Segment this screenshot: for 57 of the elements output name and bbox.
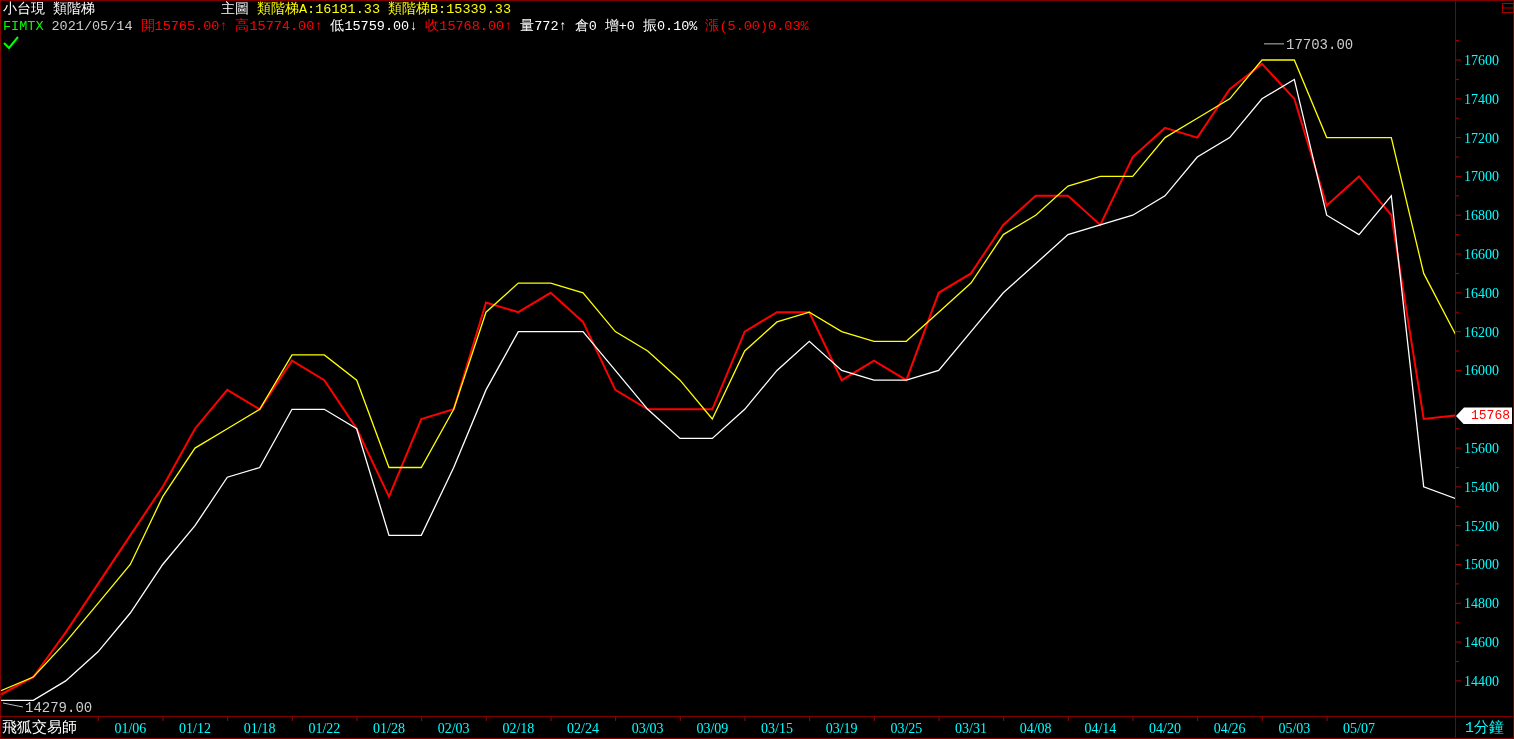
axis-label: 17200 <box>1464 130 1499 146</box>
date-label: 04/08 <box>1019 721 1052 736</box>
quote-item: 量772↑ <box>520 19 567 35</box>
date-label: 02/24 <box>567 721 599 736</box>
axis-label: 16000 <box>1464 363 1499 379</box>
axis-label: 16200 <box>1464 324 1499 340</box>
brand-name: 飛狐交易師 <box>2 718 77 737</box>
quote-item: 收15768.00↑ <box>425 19 513 35</box>
axis-label: 17400 <box>1464 91 1499 107</box>
quote-item: 倉0 <box>574 19 597 35</box>
quote-item: 開15765.00↑ <box>140 19 228 35</box>
axis-label: 14600 <box>1464 635 1499 651</box>
axis-label: 14800 <box>1464 596 1499 612</box>
date-label: 05/03 <box>1278 721 1311 736</box>
date-label: 05/07 <box>1343 721 1375 736</box>
axis-label: 15600 <box>1464 441 1499 457</box>
axis-label: 15000 <box>1464 557 1499 573</box>
quote-item: 高15774.00↑ <box>235 19 323 35</box>
date-label: 01/28 <box>373 721 405 736</box>
quote-item: 增+0 <box>604 19 635 35</box>
axis-label: 16400 <box>1464 285 1499 301</box>
date-label: 03/25 <box>890 721 923 736</box>
date-label: 03/31 <box>955 721 987 736</box>
indicator-name: 類階梯 <box>53 2 96 18</box>
date-label: 03/09 <box>696 721 729 736</box>
quote-item: 振0.10% <box>642 19 698 35</box>
axis-label: 17000 <box>1464 169 1499 185</box>
date-label: 02/03 <box>437 721 470 736</box>
axis-label: 15400 <box>1464 479 1499 495</box>
price-tag: 15768 <box>1456 407 1512 425</box>
check-icon <box>3 36 19 50</box>
date-label: 01/12 <box>179 721 211 736</box>
quote-item: 低15759.00↓ <box>330 19 418 35</box>
indicator-value: 類階梯A:16181.33 <box>257 2 380 18</box>
axis-label: 16600 <box>1464 247 1499 263</box>
date-label: 02/18 <box>502 721 535 736</box>
instrument-name: 小台現 <box>3 2 45 18</box>
quote-date: 2021/05/14 <box>51 19 133 35</box>
indicator-value: 類階梯B:15339.33 <box>388 2 512 18</box>
quote-item: 漲(5.00)0.03% <box>705 19 809 35</box>
period-label: 1分鐘 <box>1464 719 1505 738</box>
date-label: 04/14 <box>1084 721 1117 736</box>
axis-label: 17600 <box>1464 53 1499 68</box>
date-label: 04/26 <box>1213 721 1246 736</box>
date-label: 03/15 <box>761 721 793 736</box>
date-label: 03/19 <box>825 721 858 736</box>
pane-label: 主圖 <box>221 2 249 18</box>
axis-label: 14400 <box>1464 673 1499 689</box>
date-label: 04/20 <box>1149 721 1181 736</box>
date-label: 01/06 <box>114 721 147 736</box>
window-icon <box>1502 3 1514 13</box>
axis-label: 15200 <box>1464 518 1499 534</box>
axis-label: 16800 <box>1464 208 1499 224</box>
date-label: 03/03 <box>631 721 664 736</box>
date-label: 01/18 <box>243 721 276 736</box>
symbol: FIMTX <box>3 19 44 35</box>
date-label: 01/22 <box>308 721 341 736</box>
